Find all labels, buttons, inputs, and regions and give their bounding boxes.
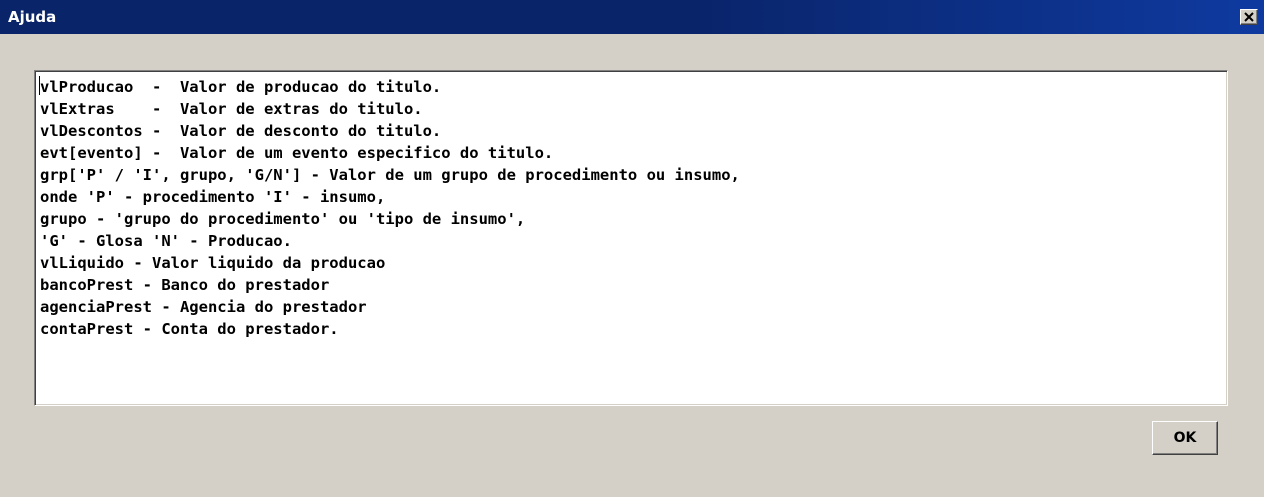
help-line: grupo - 'grupo do procedimento' ou 'tipo… — [40, 210, 526, 228]
title-bar[interactable]: Ajuda — [0, 0, 1264, 34]
help-line: vlLiquido - Valor liquido da producao — [40, 254, 386, 272]
close-button[interactable] — [1240, 9, 1258, 25]
ok-button[interactable]: OK — [1152, 421, 1218, 455]
help-line: evt[evento] - Valor de um evento especif… — [40, 144, 554, 162]
help-line: vlExtras - Valor de extras do titulo. — [40, 100, 423, 118]
help-line: bancoPrest - Banco do prestador — [40, 276, 330, 294]
help-line: contaPrest - Conta do prestador. — [40, 320, 339, 338]
window-title: Ajuda — [8, 8, 57, 26]
text-caret — [39, 76, 40, 95]
help-line: 'G' - Glosa 'N' - Producao. — [40, 232, 292, 250]
help-dialog: Ajuda vlProducao - Valor de producao do … — [0, 0, 1264, 497]
help-line: vlDescontos - Valor de desconto do titul… — [40, 122, 442, 140]
help-line: vlProducao - Valor de producao do titulo… — [40, 78, 442, 96]
help-text-area[interactable]: vlProducao - Valor de producao do titulo… — [34, 70, 1228, 406]
help-line: agenciaPrest - Agencia do prestador — [40, 298, 367, 316]
close-icon — [1244, 12, 1254, 22]
help-line: grp['P' / 'I', grupo, 'G/N'] - Valor de … — [40, 166, 740, 184]
help-line: onde 'P' - procedimento 'I' - insumo, — [40, 188, 386, 206]
